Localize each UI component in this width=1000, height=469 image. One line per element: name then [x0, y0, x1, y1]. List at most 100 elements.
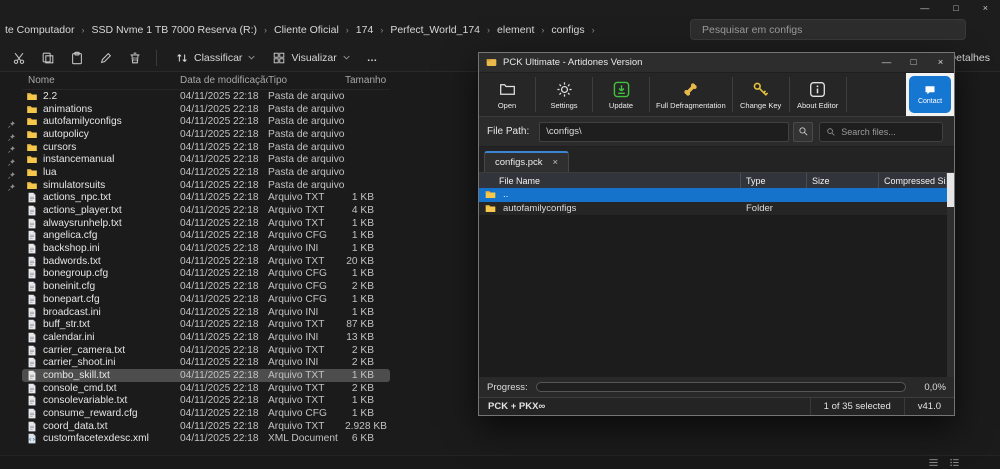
- column-type[interactable]: Tipo: [268, 75, 345, 86]
- file-row[interactable]: cursors04/11/2025 22:18Pasta de arquivos: [22, 141, 390, 154]
- file-row[interactable]: actions_npc.txt04/11/2025 22:18Arquivo T…: [22, 192, 390, 205]
- nav-pinned-item[interactable]: [0, 118, 22, 131]
- screen: — □ × te Computador›SSD Nvme 1 TB 7000 R…: [0, 0, 1000, 469]
- file-row[interactable]: coord_data.txt04/11/2025 22:18Arquivo TX…: [22, 420, 390, 433]
- file-row[interactable]: customfacetexdesc.xml04/11/2025 22:18XML…: [22, 433, 390, 446]
- file-name-cell: carrier_shoot.ini: [22, 357, 180, 368]
- file-row[interactable]: console_cmd.txt04/11/2025 22:18Arquivo T…: [22, 382, 390, 395]
- pck-minimize-button[interactable]: —: [873, 53, 900, 72]
- maximize-button[interactable]: □: [953, 1, 958, 15]
- nav-pinned-item[interactable]: [0, 181, 22, 194]
- file-row[interactable]: backshop.ini04/11/2025 22:18Arquivo INI1…: [22, 242, 390, 255]
- file-row[interactable]: calendar.ini04/11/2025 22:18Arquivo INI1…: [22, 331, 390, 344]
- cut-icon[interactable]: [12, 51, 26, 65]
- file-row[interactable]: broadcast.ini04/11/2025 22:18Arquivo INI…: [22, 306, 390, 319]
- file-path-input[interactable]: [539, 122, 789, 142]
- file-row[interactable]: 2.204/11/2025 22:18Pasta de arquivos: [22, 90, 390, 103]
- toolbar-button-update[interactable]: Update: [593, 73, 649, 116]
- file-row[interactable]: consume_reward.cfg04/11/2025 22:18Arquiv…: [22, 407, 390, 420]
- file-row[interactable]: actions_player.txt04/11/2025 22:18Arquiv…: [22, 204, 390, 217]
- file-row[interactable]: lua04/11/2025 22:18Pasta de arquivos: [22, 166, 390, 179]
- paste-icon[interactable]: [70, 51, 84, 65]
- breadcrumb-item[interactable]: element: [494, 22, 537, 38]
- sort-button[interactable]: Classificar: [167, 47, 264, 69]
- file-row[interactable]: buff_str.txt04/11/2025 22:18Arquivo TXT8…: [22, 318, 390, 331]
- pck-file-name-cell: ..: [479, 189, 741, 200]
- pck-search-input[interactable]: [841, 127, 936, 137]
- breadcrumb-item[interactable]: configs: [548, 22, 587, 38]
- file-type: Arquivo CFG: [268, 230, 345, 241]
- pck-close-button[interactable]: ×: [927, 53, 954, 72]
- pck-column-compressed-size[interactable]: Compressed Size: [879, 173, 947, 188]
- delete-icon[interactable]: [128, 51, 142, 65]
- pck-file-row[interactable]: ..: [479, 188, 947, 202]
- file-date: 04/11/2025 22:18: [180, 433, 268, 444]
- file-row[interactable]: simulatorsuits04/11/2025 22:18Pasta de a…: [22, 179, 390, 192]
- file-row[interactable]: combo_skill.txt04/11/2025 22:18Arquivo T…: [22, 369, 390, 382]
- minimize-button[interactable]: —: [920, 1, 929, 15]
- file-row[interactable]: autopolicy04/11/2025 22:18Pasta de arqui…: [22, 128, 390, 141]
- file-name-cell: console_cmd.txt: [22, 383, 180, 394]
- pck-column-size[interactable]: Size: [807, 173, 879, 188]
- file-row[interactable]: animations04/11/2025 22:18Pasta de arqui…: [22, 103, 390, 116]
- toolbar-button-key[interactable]: Change Key: [733, 73, 789, 116]
- file-row[interactable]: carrier_camera.txt04/11/2025 22:18Arquiv…: [22, 344, 390, 357]
- file-date: 04/11/2025 22:18: [180, 167, 268, 178]
- file-row[interactable]: alwaysrunhelp.txt04/11/2025 22:18Arquivo…: [22, 217, 390, 230]
- pck-search-box[interactable]: [819, 122, 943, 142]
- file-row[interactable]: carrier_shoot.ini04/11/2025 22:18Arquivo…: [22, 356, 390, 369]
- tab-label: configs.pck: [495, 157, 543, 168]
- pck-maximize-button[interactable]: □: [900, 53, 927, 72]
- breadcrumb-item[interactable]: Cliente Oficial: [271, 22, 342, 38]
- browse-button[interactable]: [793, 122, 813, 142]
- file-row[interactable]: bonepart.cfg04/11/2025 22:18Arquivo CFG1…: [22, 293, 390, 306]
- tab-configs-pck[interactable]: configs.pck ×: [484, 151, 569, 172]
- file-date: 04/11/2025 22:18: [180, 205, 268, 216]
- breadcrumb-item[interactable]: te Computador: [2, 22, 77, 38]
- pck-file-name: ..: [503, 189, 508, 200]
- toolbar-button-info[interactable]: About Editor: [790, 73, 846, 116]
- pck-column-file-name[interactable]: File Name: [479, 173, 741, 188]
- column-size[interactable]: Tamanho: [345, 75, 390, 86]
- nav-pinned-item[interactable]: [0, 169, 22, 182]
- scrollbar[interactable]: [947, 173, 954, 377]
- breadcrumb-item[interactable]: SSD Nvme 1 TB 7000 Reserva (R:): [88, 22, 260, 38]
- close-button[interactable]: ×: [983, 1, 988, 15]
- breadcrumb-item[interactable]: Perfect_World_174: [387, 22, 483, 38]
- status-format-label: PCK + PKX∞: [479, 398, 554, 415]
- nav-pinned-item[interactable]: [0, 143, 22, 156]
- nav-pinned-item[interactable]: [0, 156, 22, 169]
- rename-icon[interactable]: [99, 51, 113, 65]
- view-toggle-buttons: [928, 457, 960, 468]
- file-type: Pasta de arquivos: [268, 167, 345, 178]
- toolbar-button-bone[interactable]: Full Defragmentation: [650, 73, 732, 116]
- column-name[interactable]: Nome: [22, 75, 180, 86]
- contact-button[interactable]: Contact: [909, 76, 951, 113]
- file-row[interactable]: badwords.txt04/11/2025 22:18Arquivo TXT2…: [22, 255, 390, 268]
- file-row[interactable]: boneinit.cfg04/11/2025 22:18Arquivo CFG2…: [22, 280, 390, 293]
- explorer-search-input[interactable]: [690, 19, 966, 40]
- tab-close-icon[interactable]: ×: [553, 157, 559, 168]
- file-row[interactable]: consolevariable.txt04/11/2025 22:18Arqui…: [22, 395, 390, 408]
- file-row[interactable]: autofamilyconfigs04/11/2025 22:18Pasta d…: [22, 115, 390, 128]
- copy-icon[interactable]: [41, 51, 55, 65]
- pck-column-type[interactable]: Type: [741, 173, 807, 188]
- scrollbar-thumb[interactable]: [947, 173, 954, 207]
- column-date-modified[interactable]: Data de modificação: [180, 75, 268, 86]
- file-type: Arquivo CFG: [268, 281, 345, 292]
- pck-file-row[interactable]: autofamilyconfigsFolder: [479, 202, 947, 216]
- view-button[interactable]: Visualizar: [264, 47, 358, 69]
- toolbar-button-gear[interactable]: Settings: [536, 73, 592, 116]
- file-row[interactable]: angelica.cfg04/11/2025 22:18Arquivo CFG1…: [22, 230, 390, 243]
- more-options-button[interactable]: …: [359, 48, 387, 68]
- details-view-icon[interactable]: [949, 457, 960, 468]
- pck-titlebar[interactable]: PCK Ultimate - Artidones Version — □ ×: [479, 53, 954, 73]
- breadcrumb-item[interactable]: 174: [353, 22, 377, 38]
- file-row[interactable]: bonegroup.cfg04/11/2025 22:18Arquivo CFG…: [22, 268, 390, 281]
- file-size: 4 KB: [345, 205, 390, 216]
- pck-ultimate-window: PCK Ultimate - Artidones Version — □ × O…: [478, 52, 955, 416]
- toolbar-button-open[interactable]: Open: [479, 73, 535, 116]
- list-view-icon[interactable]: [928, 457, 939, 468]
- nav-pinned-item[interactable]: [0, 131, 22, 144]
- file-row[interactable]: instancemanual04/11/2025 22:18Pasta de a…: [22, 153, 390, 166]
